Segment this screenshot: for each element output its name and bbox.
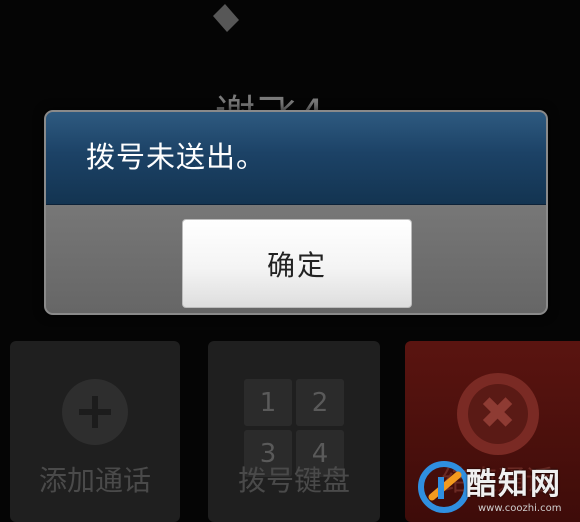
keypad-label: 拨号键盘 (237, 464, 350, 497)
add-call-button[interactable]: 添加通话 (10, 341, 180, 522)
dialog-header: 拨号未送出。 (46, 112, 546, 205)
end-call-icon: ✖ (456, 373, 539, 461)
watermark: 酷知网 www.coozhi.com (418, 451, 578, 521)
alert-dialog: 拨号未送出。 确定 (44, 110, 548, 315)
phone-handset-icon (213, 4, 239, 32)
keypad-key: 2 (296, 379, 344, 426)
keypad-key: 1 (244, 379, 292, 426)
watermark-url: www.coozhi.com (478, 503, 562, 514)
add-call-icon (62, 379, 128, 445)
dialog-message: 拨号未送出。 (86, 140, 267, 174)
keypad-button[interactable]: 1 2 3 4 拨号键盘 (208, 341, 380, 522)
phone-screen: 谢飞4 添加通话 1 2 3 4 拨号键盘 ✖ 结束通话 (0, 0, 580, 522)
watermark-text: 酷知网 (466, 467, 562, 502)
ok-button[interactable]: 确定 (182, 219, 412, 308)
add-call-label: 添加通话 (38, 464, 151, 497)
watermark-logo-icon (418, 461, 470, 513)
dialog-body: 确定 (46, 205, 546, 313)
